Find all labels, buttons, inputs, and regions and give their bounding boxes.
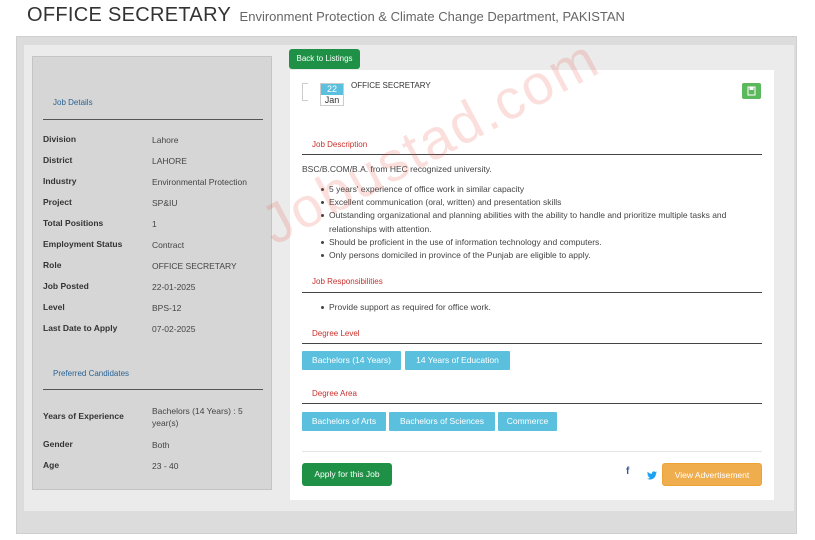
job-details-heading: Job Details (53, 98, 93, 107)
save-icon (747, 86, 756, 96)
list-item: Provide support as required for office w… (321, 301, 759, 314)
detail-value: Contract (152, 240, 185, 250)
section-divider (302, 343, 762, 344)
date-day: 22 (321, 84, 343, 95)
detail-value: 1 (152, 219, 157, 229)
detail-value: OFFICE SECRETARY (152, 261, 237, 271)
list-item: 5 years' experience of office work in si… (321, 183, 759, 196)
degree-area-tag[interactable]: Commerce (498, 412, 557, 431)
detail-value: Environmental Protection (152, 177, 247, 187)
date-month: Jan (324, 95, 340, 105)
detail-row-job-posted: Job Posted 22-01-2025 (43, 281, 263, 293)
detail-value: Both (152, 440, 170, 450)
detail-key: District (43, 155, 73, 165)
apply-button[interactable]: Apply for this Job (302, 463, 392, 486)
list-item: Outstanding organizational and planning … (321, 209, 759, 235)
facebook-icon[interactable]: f (626, 466, 629, 477)
degree-area-tag[interactable]: Bachelors of Sciences (389, 412, 495, 431)
divider (43, 119, 263, 120)
section-divider (302, 154, 762, 155)
detail-key: Level (43, 302, 65, 312)
detail-value: 07-02-2025 (152, 324, 196, 334)
degree-area-tag[interactable]: Bachelors of Arts (302, 412, 386, 431)
detail-row-division: Division Lahore (43, 134, 263, 146)
responsibilities-list: Provide support as required for office w… (321, 301, 759, 314)
description-list: 5 years' experience of office work in si… (321, 183, 759, 262)
section-divider (302, 292, 762, 293)
view-advertisement-button[interactable]: View Advertisement (662, 463, 762, 486)
list-item: Should be proficient in the use of infor… (321, 236, 759, 249)
detail-key: Role (43, 260, 62, 270)
detail-key: Employment Status (43, 239, 123, 249)
preferred-row-experience: Years of Experience Bachelors (14 Years)… (43, 405, 263, 429)
left-border-mark (302, 83, 308, 101)
preferred-row-age: Age 23 - 40 (43, 460, 263, 472)
detail-key: Total Positions (43, 218, 104, 228)
save-button[interactable] (742, 83, 761, 99)
degree-level-heading: Degree Level (312, 329, 360, 338)
degree-level-tag[interactable]: Bachelors (14 Years) (302, 351, 401, 370)
detail-key: Division (43, 134, 77, 144)
job-responsibilities-heading: Job Responsibilities (312, 277, 383, 286)
detail-key: Project (43, 197, 72, 207)
list-item: Excellent communication (oral, written) … (321, 196, 759, 209)
detail-value: 23 - 40 (152, 461, 179, 471)
detail-value: BPS-12 (152, 303, 182, 313)
detail-row-level: Level BPS-12 (43, 302, 263, 314)
description-intro: BSC/B.COM/B.A. from HEC recognized unive… (302, 164, 492, 174)
detail-key: Years of Experience (43, 411, 124, 421)
detail-row-total-positions: Total Positions 1 (43, 218, 263, 230)
detail-row-project: Project SP&IU (43, 197, 263, 209)
list-item: Only persons domiciled in province of th… (321, 249, 759, 262)
job-heading: OFFICE SECRETARY (351, 81, 431, 90)
job-details-sidebar: Job Details Division Lahore District LAH… (32, 56, 272, 490)
detail-row-district: District LAHORE (43, 155, 263, 167)
detail-row-role: Role OFFICE SECRETARY (43, 260, 263, 272)
detail-row-last-date: Last Date to Apply 07-02-2025 (43, 323, 263, 335)
date-badge: 22 Jan (320, 83, 344, 106)
detail-value: LAHORE (152, 156, 187, 166)
detail-value: 22-01-2025 (152, 282, 196, 292)
detail-row-industry: Industry Environmental Protection (43, 176, 263, 188)
degree-level-tag[interactable]: 14 Years of Education (405, 351, 510, 370)
detail-value: Lahore (152, 135, 179, 145)
detail-key: Age (43, 460, 60, 470)
preferred-candidates-heading: Preferred Candidates (53, 369, 130, 378)
detail-key: Job Posted (43, 281, 89, 291)
divider (43, 389, 263, 390)
detail-value: SP&IU (152, 198, 178, 208)
job-description-heading: Job Description (312, 140, 368, 149)
detail-key: Last Date to Apply (43, 323, 118, 333)
page-subtitle: Environment Protection & Climate Change … (239, 9, 625, 24)
back-to-listings-button[interactable]: Back to Listings (289, 49, 360, 69)
degree-area-heading: Degree Area (312, 389, 357, 398)
detail-key: Gender (43, 439, 73, 449)
detail-value: Bachelors (14 Years) : 5 year(s) (152, 406, 243, 428)
preferred-row-gender: Gender Both (43, 439, 263, 451)
section-divider (302, 403, 762, 404)
footer-divider (302, 451, 762, 452)
detail-key: Industry (43, 176, 77, 186)
twitter-icon[interactable] (647, 467, 657, 485)
page-header: OFFICE SECRETARY Environment Protection … (27, 4, 625, 27)
page-title: OFFICE SECRETARY (27, 4, 232, 26)
detail-row-employment-status: Employment Status Contract (43, 239, 263, 251)
